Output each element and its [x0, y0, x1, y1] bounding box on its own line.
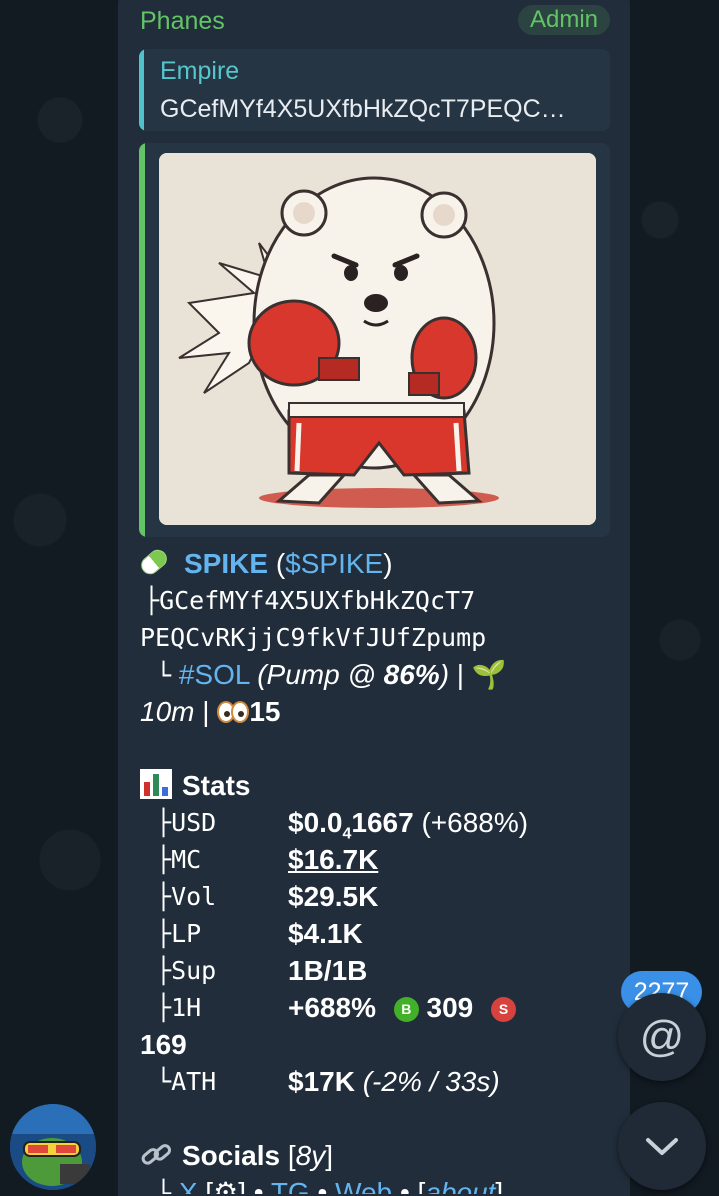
chain-line: └ #SOL (Pump @ 86%) | 🌱	[156, 659, 507, 690]
reply-quote[interactable]: Empire GCefMYf4X5UXfbHkZQcT7PEQC…	[139, 49, 610, 131]
contract-address-part2[interactable]: PEQCvRKjjC9fkVfJUfZpump	[140, 623, 486, 652]
socials-links-line: └ X [⚙] • TG • Web • [about]	[140, 1174, 620, 1194]
at-icon: @	[639, 1012, 685, 1061]
stat-usd-value: $0.0	[288, 807, 343, 838]
stat-ath-extra: (-2% / 33s)	[362, 1066, 500, 1097]
stat-key-1h: 1H	[171, 993, 202, 1022]
sell-count-line: 169	[140, 1026, 620, 1063]
stat-key-mc: MC	[171, 845, 202, 874]
pump-percent: 86%	[383, 659, 440, 690]
address-line-1[interactable]: ├GCefMYf4X5UXfbHkZQcT7	[140, 582, 620, 619]
stat-row-ath: └ATH $17K (-2% / 33s)	[156, 1066, 500, 1097]
stats-heading-line: Stats	[140, 767, 620, 804]
stat-row-usd: ├USD $0.041667 (+688%)	[156, 807, 529, 843]
stat-row-1h: ├1H +688% B 309 S	[140, 989, 620, 1026]
admin-badge: Admin	[517, 5, 610, 35]
social-link-web[interactable]: Web	[335, 1177, 392, 1194]
stat-vol-value: $29.5K	[288, 881, 379, 912]
token-title-line: SPIKE ($SPIKE)	[137, 545, 620, 582]
stat-row-vol: ├Vol $29.5K	[140, 878, 620, 915]
message-text: SPIKE ($SPIKE) ├GCefMYf4X5UXfbHkZQcT7 PE…	[137, 545, 620, 1194]
stats-heading: Stats	[182, 770, 251, 801]
stat-lp-value: $4.1K	[288, 918, 363, 949]
token-name-link[interactable]: SPIKE	[184, 548, 268, 579]
bar-chart-icon	[140, 769, 172, 799]
sell-icon: S	[491, 997, 517, 1022]
socials-heading: Socials	[182, 1140, 281, 1171]
chain-hashtag[interactable]: #SOL	[179, 659, 250, 690]
pill-icon	[137, 546, 171, 578]
stat-row-mc: ├MC $16.7K	[140, 841, 620, 878]
stat-key-ath: ATH	[171, 1067, 217, 1096]
stat-key-lp: LP	[171, 919, 202, 948]
buy-count: 309	[426, 992, 474, 1023]
contract-address-part1[interactable]: GCefMYf4X5UXfbHkZQcT7	[159, 586, 475, 615]
stat-key-sup: Sup	[171, 956, 217, 985]
socials-age: 8y	[295, 1140, 326, 1171]
address-line-2[interactable]: PEQCvRKjjC9fkVfJUfZpump	[140, 619, 620, 656]
stat-ath-value: $17K	[288, 1066, 355, 1097]
token-ticker-link[interactable]: $SPIKE	[285, 548, 383, 579]
link-preview[interactable]	[139, 143, 610, 537]
social-link-x[interactable]: X	[179, 1177, 198, 1194]
scroll-down-button[interactable]	[618, 1102, 706, 1190]
stat-key-usd: USD	[171, 808, 217, 837]
stat-usd-change: (+688%)	[413, 807, 529, 838]
sender-avatar[interactable]	[10, 1104, 96, 1190]
chevron-down-icon	[646, 1138, 678, 1155]
token-age: 10m	[140, 696, 195, 727]
sender-name[interactable]: Phanes	[140, 7, 225, 36]
pump-label: Pump @	[266, 659, 384, 690]
token-image[interactable]	[159, 153, 596, 525]
stat-1h-value: +688%	[288, 992, 376, 1023]
reply-text: GCefMYf4X5UXfbHkZQcT7PEQC…	[160, 95, 566, 123]
stat-key-vol: Vol	[171, 882, 217, 911]
stat-row-lp: ├LP $4.1K	[140, 915, 620, 952]
mention-button[interactable]: @	[618, 993, 706, 1081]
seedling-icon: 🌱	[471, 659, 507, 690]
stat-sup-value: 1B/1B	[288, 955, 368, 986]
socials-heading-line: Socials [8y]	[140, 1137, 620, 1174]
view-count: 15	[249, 696, 281, 727]
age-line: 10m | 15	[140, 696, 281, 727]
sell-count: 169	[140, 1029, 187, 1060]
stat-usd-digits: 1667	[351, 807, 414, 838]
market-cap-link[interactable]: $16.7K	[288, 841, 378, 878]
buy-icon: B	[393, 997, 419, 1022]
stat-row-sup: ├Sup 1B/1B	[140, 952, 620, 989]
social-link-about[interactable]: about	[425, 1177, 495, 1194]
eyes-icon	[217, 696, 250, 723]
reply-title: Empire	[160, 57, 240, 85]
social-link-tg[interactable]: TG	[271, 1177, 310, 1194]
link-icon	[140, 1141, 172, 1169]
hedgehog-boxer-illustration	[159, 153, 596, 525]
message-header: Phanes Admin	[140, 5, 610, 35]
